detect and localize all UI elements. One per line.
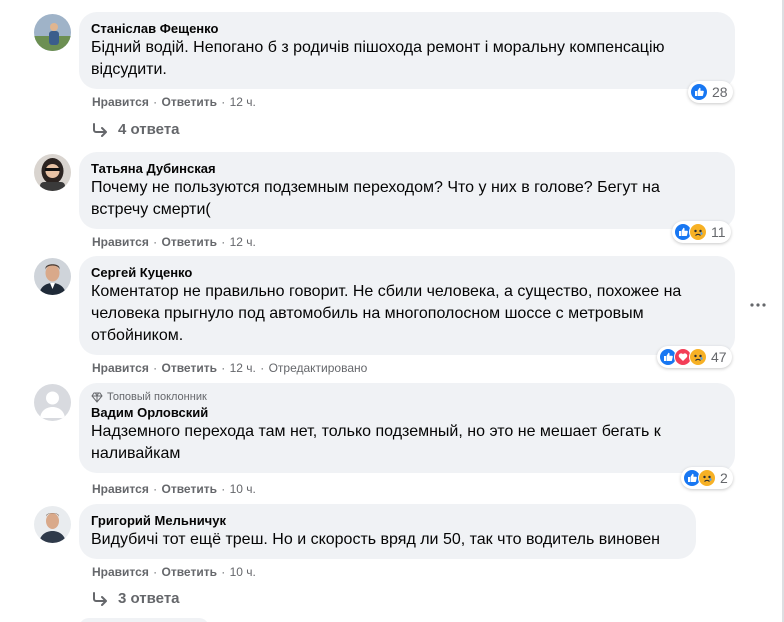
reactions-summary[interactable]: 47 [657, 346, 732, 368]
comment-bubble: Татьяна Дубинская Почему не пользуются п… [79, 152, 735, 229]
badge-label: Топовый поклонник [107, 391, 207, 403]
comment-text-line: Видубичі тот ещё треш. Но и скорость вря… [91, 531, 660, 548]
like-link[interactable]: Нравится [92, 361, 149, 375]
like-link[interactable]: Нравится [92, 235, 149, 249]
comment-text-line: Коментатор не правильно говорит. Не сбил… [91, 283, 682, 300]
view-replies-button[interactable]: 3 ответа [92, 590, 180, 607]
diamond-icon [91, 392, 103, 403]
sad-reaction-icon [689, 223, 707, 241]
like-reaction-icon [690, 83, 708, 101]
avatar-grigoriy[interactable] [34, 506, 71, 543]
sad-reaction-icon [689, 348, 707, 366]
comment-text-line: отбойником. [91, 327, 184, 344]
reactions-summary[interactable]: 11 [672, 221, 731, 243]
like-link[interactable]: Нравится [92, 95, 149, 109]
comment-actions: Нравится · Ответить · 10 ч. [92, 565, 256, 579]
timestamp[interactable]: 12 ч. [230, 361, 256, 375]
comment-author[interactable]: Станіслав Фещенко [91, 20, 723, 37]
replies-count: 3 ответа [118, 590, 180, 607]
avatar-sergey[interactable] [34, 258, 71, 295]
comment-text-line: человека прыгнуло под автомобиль на мног… [91, 305, 644, 322]
comment-text-line: Надземного перехода там нет, только подз… [91, 423, 661, 440]
reaction-count: 47 [711, 349, 727, 365]
comment-text-line: встречу смерти( [91, 201, 211, 218]
comment-actions: Нравится · Ответить · 10 ч. [92, 482, 256, 496]
reply-link[interactable]: Ответить [162, 361, 217, 375]
top-fan-badge[interactable]: Топовый поклонник [91, 391, 723, 403]
reply-arrow-icon [93, 122, 107, 137]
timestamp[interactable]: 10 ч. [230, 482, 256, 496]
comment-actions: Нравится · Ответить · 12 ч. [92, 95, 256, 109]
avatar-stanislav[interactable] [34, 14, 71, 51]
reply-link[interactable]: Ответить [162, 95, 217, 109]
reactions-summary[interactable]: 2 [681, 467, 733, 489]
comment-author[interactable]: Сергей Куценко [91, 264, 723, 281]
comment-text-line: наливайкам [91, 445, 181, 462]
comment-bubble: Топовый поклонник Вадим Орловский Надзем… [79, 383, 735, 473]
timestamp[interactable]: 12 ч. [230, 235, 256, 249]
more-horizontal-icon [750, 303, 766, 307]
comment-author[interactable]: Григорий Мельничук [91, 512, 684, 529]
comment-text-line: Бідний водій. Непогано б з родичів пішох… [91, 39, 665, 56]
reply-link[interactable]: Ответить [162, 235, 217, 249]
timestamp[interactable]: 10 ч. [230, 565, 256, 579]
reaction-count: 28 [712, 84, 728, 100]
replies-count: 4 ответа [118, 121, 180, 138]
comment-author[interactable]: Татьяна Дубинская [91, 160, 723, 177]
reply-link[interactable]: Ответить [162, 565, 217, 579]
comment-author[interactable]: Вадим Орловский [91, 404, 723, 421]
reply-arrow-icon [93, 591, 107, 606]
comment-actions: Нравится · Ответить · 12 ч. [92, 235, 256, 249]
reactions-summary[interactable]: 28 [688, 81, 733, 103]
avatar-tatiana[interactable] [34, 154, 71, 191]
comment-bubble: Станіслав Фещенко Бідний водій. Непогано… [79, 12, 735, 89]
reaction-count: 2 [720, 470, 728, 486]
comment-bubble: Григорий Мельничук Видубичі тот ещё треш… [79, 504, 696, 559]
comment-text-line: відсудити. [91, 61, 167, 78]
comment-actions: Нравится · Ответить · 12 ч. · Отредактир… [92, 361, 368, 375]
edited-label[interactable]: Отредактировано [269, 361, 368, 375]
reply-link[interactable]: Ответить [162, 482, 217, 496]
view-replies-button[interactable]: 4 ответа [92, 121, 180, 138]
like-link[interactable]: Нравится [92, 565, 149, 579]
more-options-button[interactable] [748, 295, 768, 315]
comment-text-line: Почему не пользуются подземным переходом… [91, 179, 660, 196]
sad-reaction-icon [698, 469, 716, 487]
timestamp[interactable]: 12 ч. [230, 95, 256, 109]
avatar-vadim[interactable] [34, 384, 71, 421]
next-comment-bubble [79, 618, 209, 622]
like-link[interactable]: Нравится [92, 482, 149, 496]
comment-bubble: Сергей Куценко Коментатор не правильно г… [79, 256, 735, 355]
reaction-count: 11 [711, 224, 726, 240]
